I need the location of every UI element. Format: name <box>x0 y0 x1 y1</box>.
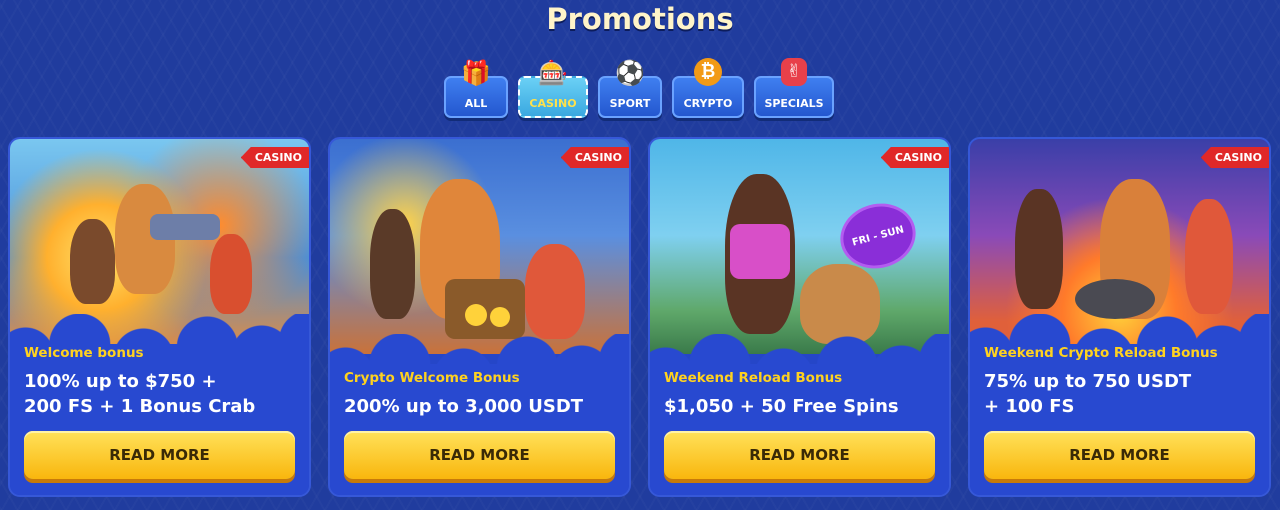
read-more-button[interactable]: READ MORE <box>344 431 615 479</box>
promo-offer: 100% up to $750 + 200 FS + 1 Bonus Crab <box>24 371 256 417</box>
promo-card: CASINO Welcome bonus 100% up to $750 + 2… <box>8 137 311 497</box>
filter-all-button[interactable]: 🎁 ALL <box>444 59 508 118</box>
read-more-button[interactable]: READ MORE <box>664 431 935 479</box>
category-badge: CASINO <box>880 147 949 168</box>
filter-specials-label: SPECIALS <box>764 97 824 110</box>
gift-icon: 🎁 <box>461 59 491 87</box>
promo-card-image <box>330 139 629 354</box>
filter-all-label: ALL <box>464 97 488 110</box>
filter-sport-button[interactable]: ⚽ SPORT <box>598 59 662 118</box>
promo-card: CASINO Weekend Crypto Reload Bonus 75% u… <box>968 137 1271 497</box>
slot-machine-icon: 🎰 <box>538 59 568 87</box>
read-more-button[interactable]: READ MORE <box>984 431 1255 479</box>
page-title: Promotions <box>546 2 734 36</box>
promo-subtitle: Weekend Crypto Reload Bonus <box>984 345 1218 361</box>
promo-subtitle: Crypto Welcome Bonus <box>344 370 520 386</box>
promo-offer: 200% up to 3,000 USDT <box>344 396 584 417</box>
bitcoin-icon: ₿ <box>694 58 722 86</box>
category-badge: CASINO <box>1200 147 1269 168</box>
category-badge: CASINO <box>560 147 629 168</box>
promo-card: FRI - SUN CASINO Weekend Reload Bonus $1… <box>648 137 951 497</box>
promo-offer: $1,050 + 50 Free Spins <box>664 396 899 417</box>
filter-casino-label: CASINO <box>529 97 577 110</box>
read-more-button[interactable]: READ MORE <box>24 431 295 479</box>
promo-offer: 75% up to 750 USDT + 100 FS <box>984 371 1192 417</box>
promo-subtitle: Weekend Reload Bonus <box>664 370 843 386</box>
promo-card: CASINO Crypto Welcome Bonus 200% up to 3… <box>328 137 631 497</box>
hand-icon: ✌ <box>781 58 807 86</box>
promo-subtitle: Welcome bonus <box>24 345 144 361</box>
filter-crypto-label: CRYPTO <box>683 97 733 110</box>
promo-card-image: FRI - SUN <box>650 139 949 354</box>
filter-sport-label: SPORT <box>609 97 651 110</box>
soccer-ball-icon: ⚽ <box>615 59 645 87</box>
category-badge: CASINO <box>240 147 309 168</box>
filter-casino-button[interactable]: 🎰 CASINO <box>518 59 588 118</box>
filter-specials-button[interactable]: ✌ SPECIALS <box>754 58 834 118</box>
promo-filter-bar: 🎁 ALL 🎰 CASINO ⚽ SPORT ₿ CRYPTO ✌ SPECIA… <box>444 56 834 118</box>
filter-crypto-button[interactable]: ₿ CRYPTO <box>672 58 744 118</box>
